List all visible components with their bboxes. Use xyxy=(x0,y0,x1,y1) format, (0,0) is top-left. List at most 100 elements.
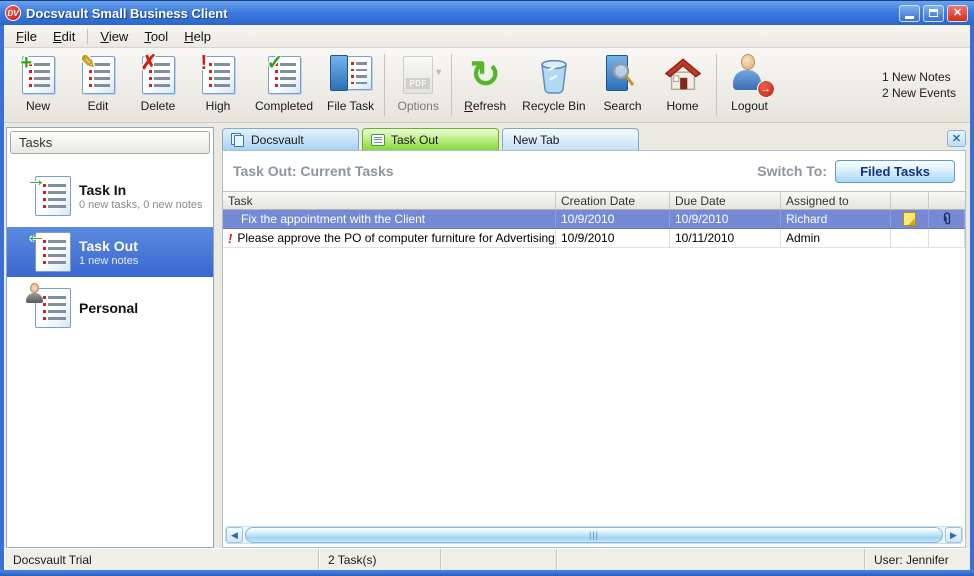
task-panel: Task Out: Current Tasks Switch To: Filed… xyxy=(222,150,966,548)
close-button[interactable]: ✕ xyxy=(947,5,968,22)
sidebar-item-personal[interactable]: Personal xyxy=(7,283,213,333)
tab-bar: Docsvault Task Out New Tab ✕ xyxy=(222,127,966,150)
file-task-button[interactable]: File Task xyxy=(320,50,381,120)
scroll-right-button[interactable]: ▶ xyxy=(945,527,962,543)
window-title: Docsvault Small Business Client xyxy=(26,6,896,21)
sidebar-item-task-in[interactable]: → Task In 0 new tasks, 0 new notes xyxy=(7,171,213,221)
tab-docsvault[interactable]: Docsvault xyxy=(222,128,359,150)
note-cell xyxy=(891,210,929,228)
table-empty-area xyxy=(223,248,965,524)
app-window: DV Docsvault Small Business Client ✕ Fil… xyxy=(0,0,974,576)
new-notes-count: 1 New Notes xyxy=(882,69,956,85)
attachment-cell xyxy=(929,210,965,228)
home-button[interactable]: Home xyxy=(653,50,713,120)
maximize-icon xyxy=(929,9,938,17)
status-segment xyxy=(441,549,557,570)
menu-bar: File Edit View Tool Help xyxy=(4,25,970,48)
completed-button[interactable]: ✓ Completed xyxy=(248,50,320,120)
sticky-note-icon[interactable] xyxy=(903,212,916,226)
home-icon xyxy=(660,53,706,97)
minimize-button[interactable] xyxy=(899,5,920,22)
high-priority-button[interactable]: ! High xyxy=(188,50,248,120)
due-date-cell: 10/11/2010 xyxy=(670,229,781,247)
new-events-count: 2 New Events xyxy=(882,85,956,101)
toolbar: + New ✎ Edit ✗ Delete ! High xyxy=(4,48,970,123)
maximize-button[interactable] xyxy=(923,5,944,22)
sidebar-item-task-out[interactable]: ← Task Out 1 new notes xyxy=(7,227,213,277)
creation-date-cell: 10/9/2010 xyxy=(556,229,670,247)
filed-tasks-button[interactable]: Filed Tasks xyxy=(835,160,955,183)
table-header-row: Task Creation Date Due Date Assigned to xyxy=(223,191,965,210)
pdf-options-icon: PDF ▼ xyxy=(395,53,441,97)
sidebar-header: Tasks xyxy=(10,131,210,154)
menu-edit[interactable]: Edit xyxy=(45,27,83,46)
paperclip-icon[interactable] xyxy=(941,212,953,227)
status-bar: Docsvault Trial 2 Task(s) User: Jennifer xyxy=(4,548,970,570)
recycle-bin-icon xyxy=(531,53,577,97)
search-button[interactable]: Search xyxy=(593,50,653,120)
options-button[interactable]: PDF ▼ Options xyxy=(388,50,448,120)
horizontal-scrollbar: ◀ ||| ▶ xyxy=(225,526,963,544)
menu-help[interactable]: Help xyxy=(176,27,219,46)
assigned-to-cell: Admin xyxy=(781,229,891,247)
logout-icon: → xyxy=(727,53,773,97)
panel-title: Task Out: Current Tasks xyxy=(233,163,394,179)
due-date-cell: 10/9/2010 xyxy=(670,210,781,228)
sidebar-item-subtitle: 0 new tasks, 0 new notes xyxy=(79,199,203,211)
column-header-assigned-to[interactable]: Assigned to xyxy=(781,192,891,209)
edit-button[interactable]: ✎ Edit xyxy=(68,50,128,120)
switch-to-label: Switch To: xyxy=(757,163,827,179)
toolbar-separator xyxy=(384,54,385,116)
column-header-creation-date[interactable]: Creation Date xyxy=(556,192,670,209)
high-priority-icon: ! xyxy=(195,53,241,97)
note-cell xyxy=(891,229,929,247)
table-row[interactable]: Fix the appointment with the Client 10/9… xyxy=(223,210,965,229)
column-header-attachment[interactable] xyxy=(929,192,965,209)
logout-button[interactable]: → Logout xyxy=(720,50,780,120)
column-header-note[interactable] xyxy=(891,192,929,209)
high-priority-icon: ! xyxy=(228,231,232,246)
recycle-bin-button[interactable]: Recycle Bin xyxy=(515,50,592,120)
personal-icon xyxy=(35,288,71,328)
scroll-left-button[interactable]: ◀ xyxy=(226,527,243,543)
edit-task-icon: ✎ xyxy=(75,53,121,97)
close-icon: ✕ xyxy=(953,8,962,19)
menu-tool[interactable]: Tool xyxy=(136,27,176,46)
app-logo-icon: DV xyxy=(5,5,21,21)
panel-header: Task Out: Current Tasks Switch To: Filed… xyxy=(223,151,965,191)
delete-task-icon: ✗ xyxy=(135,53,181,97)
minimize-icon xyxy=(905,16,914,19)
tab-task-out[interactable]: Task Out xyxy=(362,128,499,150)
delete-button[interactable]: ✗ Delete xyxy=(128,50,188,120)
column-header-task[interactable]: Task xyxy=(223,192,556,209)
refresh-button[interactable]: ↻ Refresh xyxy=(455,50,515,120)
dropdown-caret-icon: ▼ xyxy=(434,67,443,77)
pages-icon xyxy=(231,133,245,147)
toolbar-separator xyxy=(716,54,717,116)
menu-file[interactable]: File xyxy=(8,27,45,46)
toolbar-separator xyxy=(451,54,452,116)
table-row[interactable]: ! Please approve the PO of computer furn… xyxy=(223,229,965,248)
tab-new-tab[interactable]: New Tab xyxy=(502,128,639,150)
creation-date-cell: 10/9/2010 xyxy=(556,210,670,228)
attachment-cell xyxy=(929,229,965,247)
menu-view[interactable]: View xyxy=(92,27,136,46)
tab-close-button[interactable]: ✕ xyxy=(947,130,966,147)
column-header-due-date[interactable]: Due Date xyxy=(670,192,781,209)
tasks-table: Task Creation Date Due Date Assigned to … xyxy=(223,191,965,248)
refresh-icon: ↻ xyxy=(462,53,508,97)
sidebar-item-title: Task In xyxy=(79,182,203,198)
task-out-icon: ← xyxy=(35,232,71,272)
status-license: Docsvault Trial xyxy=(4,549,319,570)
notifications: 1 New Notes 2 New Events xyxy=(882,69,956,101)
sidebar-item-title: Personal xyxy=(79,300,138,316)
task-in-icon: → xyxy=(35,176,71,216)
tasks-sidebar: Tasks → Task In 0 new tasks, 0 new notes… xyxy=(6,127,214,548)
window-frame-bottom xyxy=(0,570,974,576)
completed-task-icon: ✓ xyxy=(261,53,307,97)
scrollbar-thumb[interactable]: ||| xyxy=(245,527,943,543)
menu-separator xyxy=(87,29,88,44)
new-button[interactable]: + New xyxy=(8,50,68,120)
file-task-icon xyxy=(328,53,374,97)
task-note-icon xyxy=(371,134,385,146)
